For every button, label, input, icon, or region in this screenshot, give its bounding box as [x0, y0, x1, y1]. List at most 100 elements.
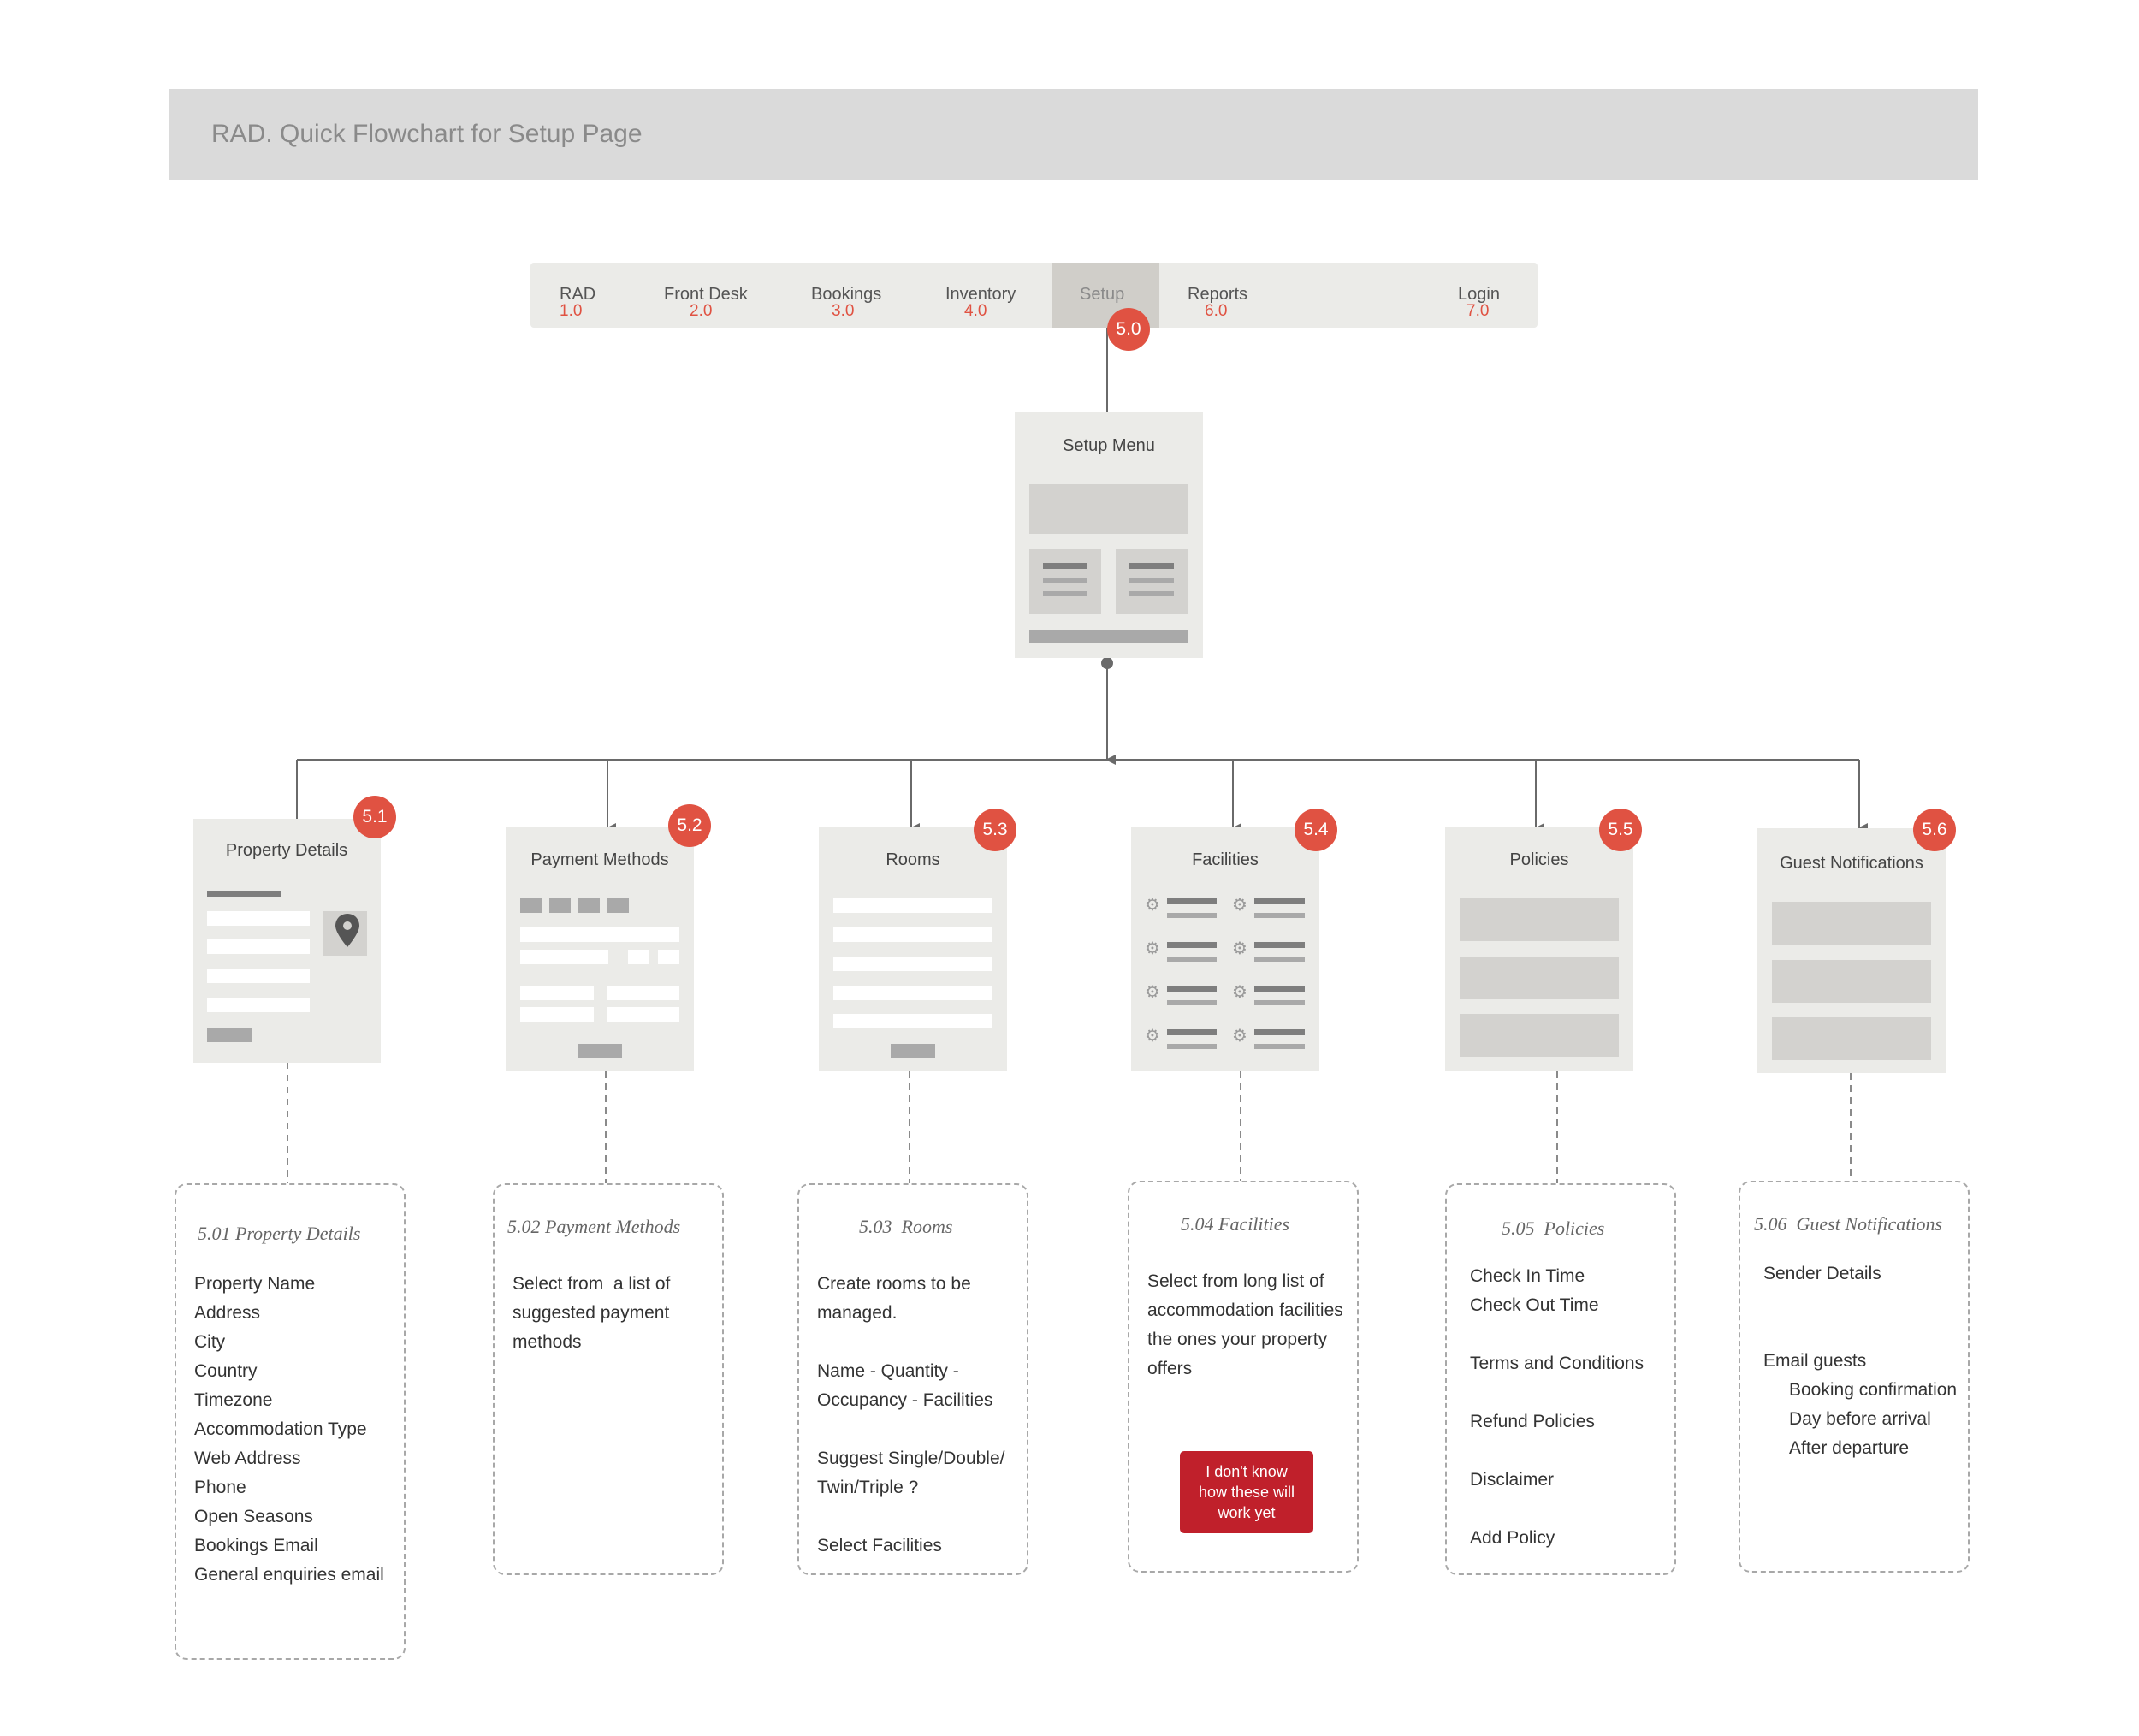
details-line: After departure: [1789, 1438, 1910, 1458]
nav-item-rad[interactable]: RAD 1.0: [560, 263, 628, 328]
nav-item-bookings[interactable]: Bookings 3.0: [811, 263, 905, 328]
details-line: Country: [194, 1361, 258, 1381]
note-line: work yet: [1218, 1504, 1276, 1521]
details-line: Disclaimer: [1470, 1470, 1555, 1490]
details-line: Select from a list of: [513, 1274, 671, 1294]
badge-5-0: 5.0: [1107, 308, 1150, 351]
menu-tile-left: [1029, 549, 1101, 614]
badge-5-5: 5.5: [1599, 809, 1642, 851]
badge-5-2: 5.2: [668, 804, 711, 847]
details-line: Name - Quantity -: [817, 1361, 959, 1381]
card-title: Property Details: [225, 841, 348, 860]
map-thumbnail: [323, 911, 367, 956]
details-line: Twin/Triple ?: [817, 1478, 919, 1497]
details-line: methods: [513, 1332, 582, 1352]
nav-item-login[interactable]: Login 7.0: [1458, 263, 1518, 328]
badge-5-4: 5.4: [1295, 809, 1337, 851]
badge-5-3: 5.3: [974, 809, 1016, 851]
details-line: Day before arrival: [1789, 1409, 1931, 1429]
details-line: suggested payment: [513, 1303, 670, 1323]
menu-connector-dot: [1101, 657, 1113, 669]
card-rooms[interactable]: Rooms: [819, 827, 1007, 1071]
nav-number: 4.0: [964, 302, 987, 320]
details-facilities: 5.04 Facilities Select from long list of…: [1128, 1181, 1359, 1573]
details-line: Open Seasons: [194, 1507, 313, 1526]
card-title: Guest Notifications: [1780, 854, 1923, 873]
setup-menu-card[interactable]: Setup Menu: [1015, 412, 1203, 658]
nav-number: 3.0: [832, 302, 855, 320]
card-title: Rooms: [886, 850, 940, 869]
nav-bar: RAD 1.0 Front Desk 2.0 Bookings 3.0 Inve…: [530, 263, 1538, 328]
nav-label: Setup: [1080, 285, 1125, 304]
setup-menu-title: Setup Menu: [1063, 436, 1155, 455]
gear-icon: ⚙: [1232, 983, 1247, 1002]
details-line: Web Address: [194, 1449, 301, 1468]
details-payment: 5.02 Payment Methods Select from a list …: [493, 1183, 724, 1575]
gear-icon: ⚙: [1145, 983, 1160, 1002]
nav-number: 1.0: [560, 302, 583, 320]
details-title: 5.01 Property Details: [198, 1223, 361, 1244]
details-line: Check Out Time: [1470, 1295, 1599, 1315]
header-bar: RAD. Quick Flowchart for Setup Page: [169, 89, 1978, 180]
card-title: Policies: [1509, 850, 1569, 869]
details-line: Booking confirmation: [1789, 1380, 1958, 1400]
details-title: 5.02 Payment Methods: [507, 1216, 681, 1237]
nav-number: 7.0: [1466, 302, 1490, 320]
map-pin-icon: [335, 914, 359, 947]
details-line: managed.: [817, 1303, 898, 1323]
card-policies[interactable]: Policies: [1445, 827, 1633, 1071]
details-rooms: 5.03 Rooms Create rooms to be managed. N…: [797, 1183, 1028, 1575]
details-line: Phone: [194, 1478, 246, 1497]
badge-5-1: 5.1: [353, 796, 396, 838]
details-line: Occupancy - Facilities: [817, 1390, 993, 1410]
details-line: Email guests: [1763, 1351, 1867, 1371]
nav-item-reports[interactable]: Reports 6.0: [1188, 263, 1282, 328]
page-title: RAD. Quick Flowchart for Setup Page: [211, 120, 643, 148]
note-line: how these will: [1198, 1484, 1295, 1501]
card-payment-methods[interactable]: Payment Methods: [506, 827, 694, 1071]
details-line: Add Policy: [1470, 1528, 1555, 1548]
gear-icon: ⚙: [1232, 896, 1247, 915]
nav-number: 6.0: [1205, 302, 1228, 320]
menu-tile-right: [1116, 549, 1188, 614]
details-line: General enquiries email: [194, 1565, 384, 1585]
menu-footer-bar: [1029, 630, 1188, 643]
gear-icon: ⚙: [1145, 1027, 1160, 1046]
details-line: Check In Time: [1470, 1266, 1585, 1286]
details-line: Timezone: [194, 1390, 273, 1410]
details-guest-notifications: 5.06 Guest Notifications Sender Details …: [1739, 1181, 1970, 1573]
details-line: accommodation facilities: [1147, 1301, 1343, 1320]
details-title: 5.04 Facilities: [1181, 1213, 1290, 1235]
card-title: Payment Methods: [530, 850, 669, 869]
details-line: Property Name: [194, 1274, 316, 1294]
details-line: Create rooms to be: [817, 1274, 971, 1294]
details-line: Refund Policies: [1470, 1412, 1595, 1431]
details-title: 5.03 Rooms: [859, 1216, 953, 1237]
gear-icon: ⚙: [1145, 939, 1160, 958]
card-guest-notifications[interactable]: Guest Notifications: [1757, 828, 1946, 1073]
details-title: 5.05 Policies: [1502, 1218, 1605, 1239]
gear-icon: ⚙: [1232, 1027, 1247, 1046]
card-title: Facilities: [1192, 850, 1259, 869]
details-policies: 5.05 Policies Check In Time Check Out Ti…: [1445, 1183, 1676, 1575]
details-line: Select Facilities: [817, 1536, 942, 1555]
badge-5-6: 5.6: [1913, 809, 1956, 851]
gear-icon: ⚙: [1145, 896, 1160, 915]
details-line: Bookings Email: [194, 1536, 318, 1555]
card-facilities[interactable]: Facilities ⚙ ⚙ ⚙ ⚙ ⚙ ⚙ ⚙ ⚙: [1131, 827, 1319, 1071]
unknown-note-button[interactable]: I don't know how these will work yet: [1180, 1451, 1313, 1533]
details-line: Sender Details: [1763, 1264, 1881, 1283]
details-title: 5.06 Guest Notifications: [1754, 1213, 1942, 1235]
details-line: Address: [194, 1303, 261, 1323]
gear-icon: ⚙: [1232, 939, 1247, 958]
details-line: Accommodation Type: [194, 1419, 367, 1439]
nav-item-inventory[interactable]: Inventory 4.0: [945, 263, 1040, 328]
note-line: I don't know: [1206, 1463, 1288, 1480]
details-property: 5.01 Property Details Property Name Addr…: [175, 1183, 406, 1660]
card-property-details[interactable]: Property Details: [193, 819, 381, 1063]
details-line: Terms and Conditions: [1470, 1354, 1644, 1373]
nav-number: 2.0: [690, 302, 713, 320]
nav-item-front-desk[interactable]: Front Desk 2.0: [664, 263, 767, 328]
menu-banner-placeholder: [1029, 484, 1188, 534]
details-line: the ones your property: [1147, 1330, 1328, 1349]
